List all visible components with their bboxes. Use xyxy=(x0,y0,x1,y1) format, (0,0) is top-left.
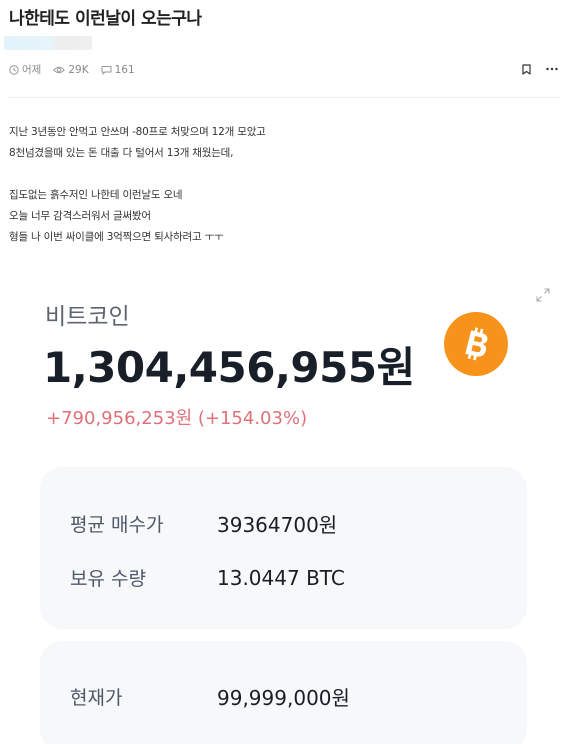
holding-info-card: 평균 매수가 39364700원 보유 수량 13.0447 BTC xyxy=(40,467,527,629)
avg-price-label: 평균 매수가 xyxy=(70,514,164,536)
coin-name: 비트코인 xyxy=(45,304,130,330)
comments-meta[interactable]: 161 xyxy=(101,64,135,76)
post-body-line: 8천넘겼을때 있는 돈 대출 다 털어서 13개 채웠는데, xyxy=(9,147,234,159)
bookmark-button[interactable] xyxy=(519,62,533,76)
header-divider xyxy=(8,97,561,98)
time-meta: 어제 xyxy=(9,62,41,77)
coin-total-value: 1,304,456,955원 xyxy=(43,343,415,392)
post-title: 나한테도 이런날이 오는구나 xyxy=(9,9,202,29)
avg-price-row: 평균 매수가 39364700원 xyxy=(70,509,507,538)
clock-icon xyxy=(9,64,19,75)
bitcoin-icon xyxy=(465,327,488,361)
comment-icon xyxy=(101,65,112,74)
author-name-blurred[interactable] xyxy=(4,36,92,50)
post-body-line: 집도없는 흙수저인 나한테 이런날도 오네 xyxy=(9,189,183,201)
profit-change: +790,956,253원 (+154.03%) xyxy=(46,408,308,429)
post-actions xyxy=(507,62,559,76)
post-body-line: 지난 3년동안 안먹고 안쓰며 -80프로 처맞으며 12개 모았고 xyxy=(9,126,266,138)
post-body-line: 오늘 너무 감격스러워서 글써봤어 xyxy=(9,210,151,222)
post-meta: 어제 29K 161 xyxy=(9,62,147,77)
post-body: 지난 3년동안 안먹고 안쓰며 -80프로 처맞으며 12개 모았고 8천넘겼을… xyxy=(9,122,266,248)
eye-icon xyxy=(53,66,66,73)
more-options-button[interactable] xyxy=(545,62,559,76)
comment-count: 161 xyxy=(114,63,135,76)
bookmark-icon xyxy=(521,63,531,75)
current-price-label: 현재가 xyxy=(70,687,123,709)
expand-image-button[interactable] xyxy=(533,285,553,305)
views-meta: 29K xyxy=(53,63,89,76)
quantity-value: 13.0447 BTC xyxy=(217,565,345,590)
avg-price-value: 39364700원 xyxy=(217,513,338,537)
quantity-label: 보유 수량 xyxy=(70,568,146,590)
more-dots-icon xyxy=(546,67,558,71)
view-count: 29K xyxy=(68,63,89,76)
current-price-row: 현재가 99,999,000원 xyxy=(70,682,507,711)
post-body-line: 형들 나 이번 싸이클에 3억찍으면 퇴사하려고 ㅜㅜ xyxy=(9,231,224,243)
bitcoin-logo xyxy=(444,312,508,376)
current-price-value: 99,999,000원 xyxy=(217,686,350,710)
expand-icon xyxy=(536,288,550,302)
post-time: 어제 xyxy=(22,64,42,76)
quantity-row: 보유 수량 13.0447 BTC xyxy=(70,564,507,591)
price-info-card: 현재가 99,999,000원 xyxy=(40,641,527,744)
post-body-line xyxy=(9,164,266,185)
